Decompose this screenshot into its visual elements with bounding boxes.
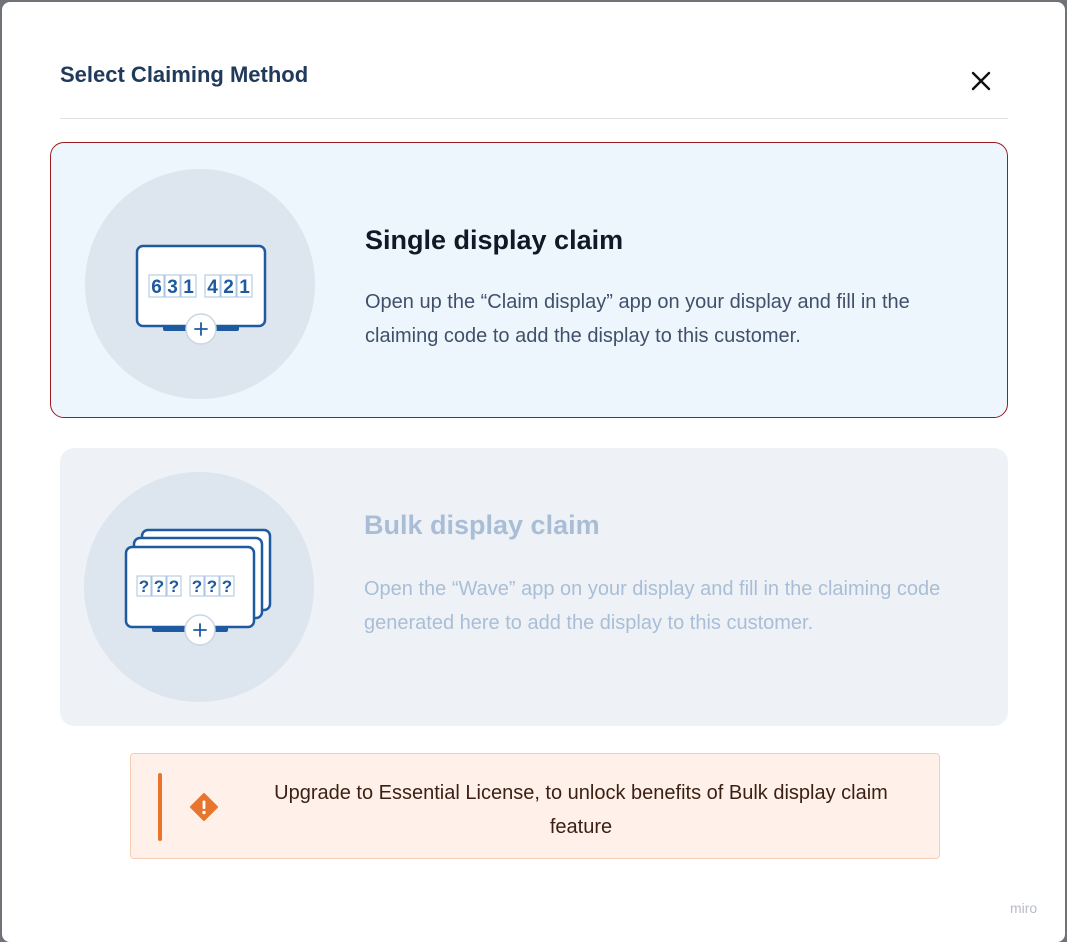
notice-accent-bar: [158, 773, 162, 841]
bulk-claim-title: Bulk display claim: [364, 510, 600, 540]
header-divider: [60, 118, 1008, 119]
code-digit: 1: [183, 277, 194, 298]
code-digit: ?: [169, 577, 179, 596]
close-icon: [971, 71, 991, 91]
code-digit: ?: [222, 577, 232, 596]
code-digit: 4: [207, 277, 218, 298]
warning-diamond-icon: [190, 793, 218, 821]
code-digit: ?: [139, 577, 149, 596]
single-claim-description: Open up the “Claim display” app on your …: [365, 291, 910, 347]
code-digit: 1: [239, 277, 250, 298]
bulk-claim-description: Open the “Wave” app on your display and …: [364, 578, 941, 634]
single-display-claim-option[interactable]: 6 3 1 4 2 1 Single display claim Open up…: [50, 142, 1008, 418]
claim-method-modal: Select Claiming Method 6 3 1 4 2 1 Singl…: [2, 2, 1065, 942]
display-claim-icon: 6 3 1 4 2 1: [135, 244, 267, 345]
code-digit: 3: [167, 277, 178, 298]
bulk-display-claim-icon: ? ? ? ? ? ?: [124, 528, 272, 646]
upgrade-notice: Upgrade to Essential License, to unlock …: [130, 753, 940, 859]
code-digit: ?: [192, 577, 202, 596]
bulk-display-claim-option: ? ? ? ? ? ? Bulk display claim Open the …: [60, 448, 1008, 726]
close-button[interactable]: [964, 64, 998, 98]
code-digit: ?: [207, 577, 217, 596]
modal-title: Select Claiming Method: [60, 62, 309, 87]
code-digit: 6: [151, 277, 162, 298]
notice-text: Upgrade to Essential License, to unlock …: [274, 782, 888, 838]
code-digit: ?: [154, 577, 164, 596]
code-digit: 2: [223, 277, 234, 298]
single-claim-title: Single display claim: [365, 225, 624, 255]
miro-watermark: miro: [1010, 900, 1038, 916]
